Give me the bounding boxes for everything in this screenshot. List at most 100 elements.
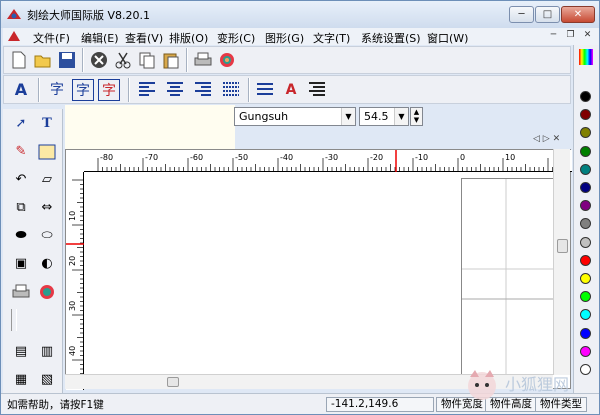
- print-icon[interactable]: [192, 49, 214, 71]
- menu-view[interactable]: 查看(V): [125, 30, 163, 46]
- color-wheel-icon[interactable]: [216, 49, 238, 71]
- color-swatch[interactable]: [580, 327, 591, 339]
- tab-navigation[interactable]: ◁ ▷ ✕: [533, 134, 560, 144]
- copy-icon[interactable]: [136, 49, 158, 71]
- close-button[interactable]: ✕: [561, 6, 595, 23]
- color-swatch[interactable]: [580, 236, 591, 248]
- ruler-label: 20: [68, 256, 77, 266]
- menu-bar: 文件(F) 编辑(E) 查看(V) 排版(O) 变形(C) 图形(G) 文字(T…: [3, 28, 599, 45]
- color-swatch[interactable]: [580, 309, 591, 321]
- window-title: 刻绘大师国际版 V8.20.1: [27, 9, 151, 22]
- distribute-h-icon[interactable]: ▦: [9, 369, 33, 391]
- font-size-select[interactable]: 54.5 ▼: [359, 107, 409, 126]
- vertical-scroll-thumb[interactable]: [557, 239, 568, 253]
- ruler-label: 0: [460, 153, 465, 162]
- color-picker-icon[interactable]: [579, 49, 593, 65]
- color-swatch[interactable]: [580, 254, 591, 266]
- toolbar-separator: [38, 78, 40, 102]
- weld-icon[interactable]: ⬬: [9, 225, 33, 247]
- save-icon[interactable]: [56, 49, 78, 71]
- horizontal-scroll-thumb[interactable]: [167, 377, 179, 387]
- align-left-icon[interactable]: [136, 79, 158, 101]
- color-swatch[interactable]: [580, 109, 591, 121]
- distribute-v-icon[interactable]: ▧: [35, 369, 59, 391]
- align-bottom-icon[interactable]: ▥: [35, 341, 59, 363]
- fox-logo-icon: [468, 370, 496, 400]
- chevron-down-icon[interactable]: ▼: [394, 108, 408, 125]
- align-right-icon[interactable]: [192, 79, 214, 101]
- text-tool-icon[interactable]: T: [35, 113, 59, 135]
- watermark: 小狐狸网: [463, 365, 593, 405]
- horizontal-text-icon[interactable]: 字: [46, 79, 68, 101]
- ruler-corner: [66, 150, 84, 172]
- menu-transform[interactable]: 变形(C): [217, 30, 255, 46]
- cut-plotter-icon[interactable]: [9, 281, 33, 303]
- text-toolbar: A 字 字 字 A: [3, 75, 571, 104]
- text-color-icon[interactable]: A: [280, 79, 302, 101]
- font-family-select[interactable]: Gungsuh ▼: [234, 107, 356, 126]
- minimize-button[interactable]: ─: [509, 6, 534, 23]
- menu-window[interactable]: 窗口(W): [427, 30, 468, 46]
- ruler-label: -30: [325, 153, 338, 162]
- rotate-icon[interactable]: ↶: [9, 169, 33, 191]
- ruler-label: 10: [68, 211, 77, 221]
- drawing-canvas[interactable]: -80 -70 -60 -50 -40 -30 -20 -10 0 10 10 20 30 40: [65, 149, 572, 390]
- text-style-icon[interactable]: A: [10, 79, 32, 101]
- skew-icon[interactable]: ▱: [35, 169, 59, 191]
- mirror-icon[interactable]: ⧉: [9, 197, 33, 219]
- align-top-icon[interactable]: ▤: [9, 341, 33, 363]
- color-palette: [573, 45, 599, 395]
- color-swatch[interactable]: [580, 273, 591, 284]
- select-arrow-icon[interactable]: ➚: [9, 113, 33, 135]
- chevron-down-icon[interactable]: ▼: [341, 108, 355, 125]
- mdi-restore-button[interactable]: ❐: [563, 29, 578, 43]
- vertical-text-icon[interactable]: 字: [72, 79, 94, 101]
- menu-settings[interactable]: 系统设置(S): [361, 30, 421, 46]
- color-swatch[interactable]: [580, 182, 591, 193]
- tool-palette: ➚ T ✎ ↶ ▱ ⧉ ⇔ ⬬ ⬭ ▣ ◐ ▤ ▥ ▦ ▧: [3, 109, 63, 394]
- color-swatch[interactable]: [580, 218, 591, 230]
- mdi-minimize-button[interactable]: ─: [546, 29, 561, 43]
- color-swatch[interactable]: [580, 345, 591, 357]
- delete-icon[interactable]: [88, 49, 110, 71]
- watermark-text: 小狐狸网: [505, 375, 570, 394]
- color-swatch[interactable]: [580, 91, 591, 102]
- property-bar: [65, 105, 235, 149]
- horizontal-ruler: -80 -70 -60 -50 -40 -30 -20 -10 0 10: [84, 150, 572, 172]
- menu-edit[interactable]: 编辑(E): [81, 30, 119, 46]
- title-bar: 刻绘大师国际版 V8.20.1 ─ □ ✕: [1, 1, 599, 28]
- image-tool-icon[interactable]: [35, 141, 59, 163]
- ruler-label: -60: [190, 153, 203, 162]
- mdi-close-button[interactable]: ✕: [580, 29, 595, 43]
- color-swatch[interactable]: [580, 127, 591, 139]
- maximize-button[interactable]: □: [535, 6, 560, 23]
- paragraph-format-icon[interactable]: [306, 79, 328, 101]
- color-swatch[interactable]: [580, 145, 591, 157]
- flip-icon[interactable]: ⇔: [35, 197, 59, 219]
- line-spacing-icon[interactable]: [254, 79, 276, 101]
- align-center-icon[interactable]: [164, 79, 186, 101]
- shadow-icon[interactable]: ▣: [9, 253, 33, 275]
- document-icon: [8, 31, 20, 41]
- intersect-icon[interactable]: ⬭: [35, 225, 59, 247]
- paste-icon[interactable]: [160, 49, 182, 71]
- menu-graphics[interactable]: 图形(G): [265, 30, 304, 46]
- menu-file[interactable]: 文件(F): [33, 30, 70, 46]
- open-folder-icon[interactable]: [32, 49, 54, 71]
- font-size-spinner[interactable]: ▲ ▼: [410, 107, 423, 126]
- node-edit-icon[interactable]: ✎: [9, 141, 33, 163]
- vertical-scrollbar[interactable]: [553, 149, 570, 375]
- menu-layout[interactable]: 排版(O): [169, 30, 208, 46]
- offset-icon[interactable]: ◐: [35, 253, 59, 275]
- color-swatch[interactable]: [580, 200, 591, 212]
- cut-icon[interactable]: [112, 49, 134, 71]
- justify-icon[interactable]: [220, 79, 242, 101]
- new-file-icon[interactable]: [8, 49, 30, 71]
- color-swatch[interactable]: [580, 163, 591, 175]
- outline-text-icon[interactable]: 字: [98, 79, 120, 101]
- color-swatch[interactable]: [580, 291, 591, 303]
- color-setting-icon[interactable]: [35, 281, 59, 303]
- menu-text[interactable]: 文字(T): [313, 30, 350, 46]
- page-grid: [462, 179, 558, 389]
- vertical-ruler: 10 20 30 40: [66, 172, 84, 390]
